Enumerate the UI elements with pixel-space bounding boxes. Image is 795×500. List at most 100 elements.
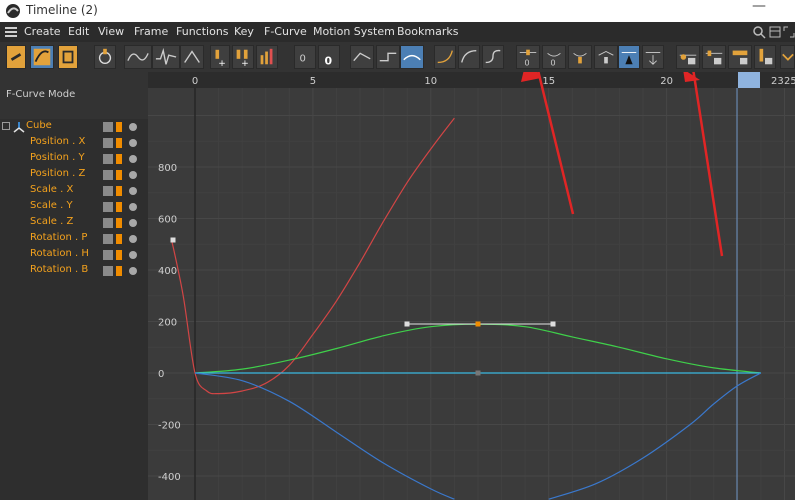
menu-edit[interactable]: Edit xyxy=(68,25,89,38)
lock-tangent-button[interactable] xyxy=(754,45,776,69)
track-dot[interactable] xyxy=(129,171,137,179)
menu-key[interactable]: Key xyxy=(234,25,254,38)
track-dot[interactable] xyxy=(129,187,137,195)
add-key-button[interactable]: + xyxy=(210,45,230,69)
track-color-swatch[interactable] xyxy=(116,202,122,212)
curve-peaks-button[interactable] xyxy=(152,45,180,69)
track-color-swatch[interactable] xyxy=(116,218,122,228)
tool-mode-3-button[interactable] xyxy=(58,45,78,69)
menu-motion-system[interactable]: Motion System xyxy=(313,25,395,38)
tangent-down-button[interactable] xyxy=(642,45,664,69)
track-edit-toggle[interactable] xyxy=(103,186,113,196)
add-key-sequence-button[interactable]: + xyxy=(232,45,254,69)
record-button[interactable] xyxy=(94,45,116,69)
track-row[interactable]: Rotation . P xyxy=(0,231,148,247)
lock-time-button[interactable] xyxy=(676,45,700,69)
frame-zero-button[interactable]: 0 xyxy=(294,45,316,69)
ease-out-button[interactable] xyxy=(458,45,480,69)
track-edit-toggle[interactable] xyxy=(103,122,113,132)
tool-mode-1-button[interactable] xyxy=(6,45,26,69)
track-name: Position . X xyxy=(30,136,86,147)
track-color-swatch[interactable] xyxy=(116,234,122,244)
track-color-swatch[interactable] xyxy=(116,154,122,164)
track-edit-toggle[interactable] xyxy=(103,234,113,244)
tangent-zero-angle-button[interactable]: 0 xyxy=(516,45,540,69)
track-dot[interactable] xyxy=(129,203,137,211)
track-edit-toggle[interactable] xyxy=(103,250,113,260)
fcurve-graph[interactable]: 0 5 10 15 20 23 25 800 600 400 200 0 -200 -400 xyxy=(148,72,795,500)
menu-bookmarks[interactable]: Bookmarks xyxy=(397,25,458,38)
y-axis-label: 0 xyxy=(158,369,164,380)
track-row[interactable]: Position . X xyxy=(0,135,148,151)
hamburger-menu-icon[interactable] xyxy=(4,25,18,39)
track-edit-toggle[interactable] xyxy=(103,170,113,180)
track-row[interactable]: Scale . Z xyxy=(0,215,148,231)
track-edit-toggle[interactable] xyxy=(103,266,113,276)
menu-fcurve[interactable]: F-Curve xyxy=(264,25,307,38)
tangent-auto-button[interactable] xyxy=(618,45,640,69)
track-color-swatch[interactable] xyxy=(116,170,122,180)
track-row[interactable]: Rotation . H xyxy=(0,247,148,263)
keyframe-selected[interactable] xyxy=(475,321,481,327)
search-icon[interactable] xyxy=(752,25,766,39)
track-row[interactable]: Position . Y xyxy=(0,151,148,167)
curve-extra-button[interactable] xyxy=(180,45,204,69)
keyframe-start[interactable] xyxy=(170,237,176,243)
current-frame-marker[interactable] xyxy=(738,72,760,88)
track-row[interactable]: Position . Z xyxy=(0,167,148,183)
menu-frame[interactable]: Frame xyxy=(134,25,168,38)
track-dot[interactable] xyxy=(129,219,137,227)
fcurve-mode-button[interactable] xyxy=(30,45,54,69)
minimize-button[interactable]: — xyxy=(752,0,766,14)
track-edit-toggle[interactable] xyxy=(103,218,113,228)
track-dot[interactable] xyxy=(129,139,137,147)
interp-step-button[interactable] xyxy=(376,45,400,69)
key-bars-button[interactable] xyxy=(256,45,278,69)
track-edit-toggle[interactable] xyxy=(103,202,113,212)
ruler-label: 25 xyxy=(784,76,795,87)
collapse-icon[interactable] xyxy=(2,122,10,130)
tangent-handle-left[interactable] xyxy=(404,321,410,327)
track-color-swatch[interactable] xyxy=(116,250,122,260)
track-color-swatch[interactable] xyxy=(116,186,122,196)
menu-view[interactable]: View xyxy=(98,25,124,38)
more-tools-button[interactable] xyxy=(780,45,795,69)
track-edit-toggle[interactable] xyxy=(103,154,113,164)
track-color-swatch[interactable] xyxy=(116,122,122,132)
menu-functions[interactable]: Functions xyxy=(176,25,229,38)
curve-scale-icon xyxy=(184,50,200,63)
track-dot[interactable] xyxy=(129,235,137,243)
menu-create[interactable]: Create xyxy=(24,25,61,38)
more-tools-icon xyxy=(782,53,794,61)
track-dot[interactable] xyxy=(129,251,137,259)
track-row[interactable]: Scale . Y xyxy=(0,199,148,215)
tangent-zero-both-button[interactable] xyxy=(568,45,592,69)
object-row-cube[interactable]: Cube xyxy=(0,119,148,135)
curve-view-button[interactable] xyxy=(124,45,152,69)
track-dot[interactable] xyxy=(129,123,137,131)
track-row[interactable]: Rotation . B xyxy=(0,263,148,279)
layout-icon[interactable] xyxy=(768,25,782,39)
ease-inout-button[interactable] xyxy=(482,45,504,69)
tangent-zero-length-button[interactable]: 0 xyxy=(542,45,566,69)
ease-in-button[interactable] xyxy=(434,45,456,69)
tangent-auto-icon xyxy=(621,52,637,65)
track-dot[interactable] xyxy=(129,267,137,275)
fcurve-svg[interactable]: 0 5 10 15 20 23 25 800 600 400 200 0 -200 -400 xyxy=(148,72,795,500)
curve-wave-icon xyxy=(127,53,149,61)
track-dot[interactable] xyxy=(129,155,137,163)
value-zero-button[interactable]: 0 xyxy=(318,45,340,69)
lock-value-button[interactable] xyxy=(702,45,726,69)
lock-both-button[interactable] xyxy=(728,45,752,69)
keyframe-zero[interactable] xyxy=(475,370,481,376)
interp-linear-button[interactable] xyxy=(350,45,374,69)
track-row[interactable]: Scale . X xyxy=(0,183,148,199)
interp-spline-button[interactable] xyxy=(400,45,424,69)
track-color-swatch[interactable] xyxy=(116,266,122,276)
tangent-handle-right[interactable] xyxy=(550,321,556,327)
tangent-break-button[interactable] xyxy=(594,45,618,69)
track-edit-toggle[interactable] xyxy=(103,138,113,148)
track-color-swatch[interactable] xyxy=(116,138,122,148)
expand-icon[interactable] xyxy=(782,25,795,39)
left-panel: F-Curve Mode Cube Position . X Position .… xyxy=(0,72,148,500)
